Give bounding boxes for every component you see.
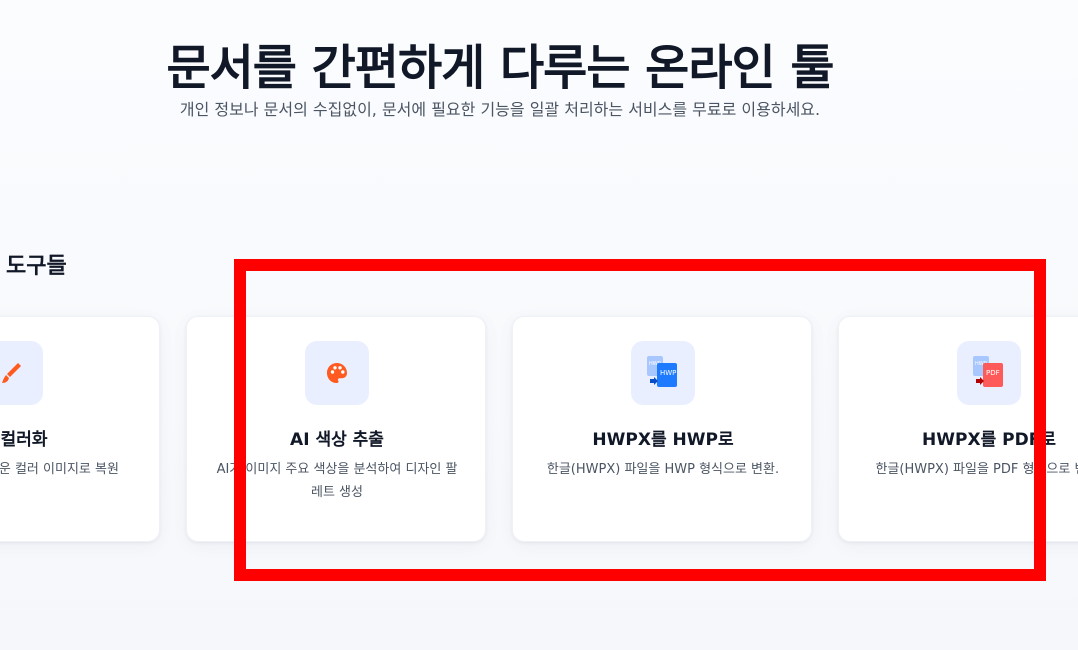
card-title: AI 색상 추출 <box>290 430 384 450</box>
page: 문서를 간편하게 다루는 온라인 툴 개인 정보나 문서의 수집없이, 문서에 … <box>0 0 1078 650</box>
section-title: 도구들 <box>6 254 67 279</box>
hero-subtitle: 개인 정보나 문서의 수집없이, 문서에 필요한 기능을 일괄 처리하는 서비스… <box>179 100 821 119</box>
tool-card-hwpx-to-hwp[interactable]: HWP HWP HWPX를 HWP로 한글(HWPX) 파일을 HWP 형식으로… <box>512 316 812 542</box>
hwp-convert-icon: HWP HWP <box>631 341 695 405</box>
card-description: AI가 이미지 주요 색상을 분석하여 디자인 팔레트 생성 <box>216 462 458 500</box>
hero-title: 문서를 간편하게 다루는 온라인 툴 <box>166 40 834 96</box>
tool-card-colorize[interactable]: 지 컬러화 연스러운 컬러 이미지로 복원 <box>0 316 160 542</box>
tool-card-hwpx-to-pdf[interactable]: HWP PDF HWPX를 PDF로 한글(HWPX) 파일을 PDF 형식으로… <box>838 316 1078 542</box>
palette-icon <box>305 341 369 405</box>
svg-text:PDF: PDF <box>986 369 1000 377</box>
card-description: 한글(HWPX) 파일을 PDF 형식으로 변환. <box>875 462 1078 477</box>
tool-card-ai-color-extract[interactable]: AI 색상 추출 AI가 이미지 주요 색상을 분석하여 디자인 팔레트 생성 <box>186 316 486 542</box>
svg-text:HWP: HWP <box>660 369 676 377</box>
card-title: HWPX를 PDF로 <box>922 430 1056 450</box>
card-title: HWPX를 HWP로 <box>592 430 734 450</box>
brush-icon <box>0 341 43 405</box>
pdf-convert-icon: HWP PDF <box>957 341 1021 405</box>
card-description: 한글(HWPX) 파일을 HWP 형식으로 변환. <box>546 462 780 477</box>
card-title: 지 컬러화 <box>0 430 48 450</box>
card-description: 연스러운 컬러 이미지로 복원 <box>0 462 119 477</box>
